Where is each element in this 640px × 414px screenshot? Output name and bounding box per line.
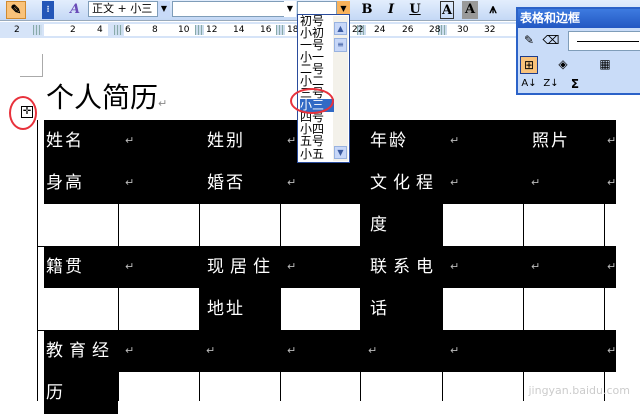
insert-table-icon[interactable]: ▦ [596, 56, 614, 74]
cell-married[interactable]: 婚否 [205, 162, 245, 204]
end-of-cell-mark: ↵ [287, 260, 297, 273]
cell-photo[interactable]: 照片 [530, 120, 570, 162]
end-of-cell-mark: ↵ [125, 260, 135, 273]
cell-phone[interactable]: 联系电 [368, 246, 439, 288]
end-of-cell-mark: ↵ [607, 344, 617, 357]
cell-name[interactable]: 姓名 [44, 120, 84, 162]
cell-education-history-cont[interactable]: 历 [44, 372, 65, 414]
end-of-cell-mark: ↵ [450, 176, 460, 189]
end-of-cell-mark: ↵ [125, 134, 135, 147]
highlight-circle [290, 88, 334, 114]
font-size-option[interactable]: 小五 [300, 148, 334, 161]
end-of-cell-mark: ↵ [450, 344, 460, 357]
cell-height[interactable]: 身高 [44, 162, 84, 204]
line-style-box[interactable] [568, 31, 640, 51]
cell-native-place[interactable]: 籍贯 [44, 246, 84, 288]
cell-phone-cont[interactable]: 话 [368, 288, 389, 330]
end-of-cell-mark: ↵ [125, 176, 135, 189]
autosum-icon[interactable]: Σ [566, 76, 584, 94]
watermark: jingyan.baidu.com [528, 384, 630, 397]
end-of-cell-mark: ↵ [531, 176, 541, 189]
end-of-cell-mark: ↵ [531, 260, 541, 273]
scroll-thumb[interactable]: ≡ [334, 38, 347, 52]
end-of-cell-mark: ↵ [368, 344, 378, 357]
end-of-cell-mark: ↵ [287, 176, 297, 189]
end-of-cell-mark: ↵ [125, 344, 135, 357]
dropdown-scrollbar[interactable]: ▲ ≡ ▼ [333, 16, 348, 161]
end-of-cell-mark: ↵ [450, 134, 460, 147]
cell-education[interactable]: 文化程 [368, 162, 439, 204]
eraser-icon[interactable]: ⌫ [542, 32, 560, 50]
shading-color-icon[interactable]: ◈ [554, 56, 572, 74]
cell-education-cont[interactable]: 度 [368, 204, 389, 246]
cell-address-cont[interactable]: 地址 [205, 288, 245, 330]
end-of-cell-mark: ↵ [287, 134, 297, 147]
cell-age[interactable]: 年龄 [368, 120, 408, 162]
cell-address[interactable]: 现居住 [205, 246, 276, 288]
cell-education-history[interactable]: 教育经 [44, 330, 115, 372]
sort-descending-icon[interactable]: Z↓ [542, 76, 560, 94]
end-of-cell-mark: ↵ [607, 260, 617, 273]
tables-and-borders-toolbar: 表格和边框 ✎ ⌫ ⊞ ◈ ▦ A↓ Z↓ Σ [516, 7, 640, 95]
end-of-cell-mark: ↵ [287, 344, 297, 357]
sort-ascending-icon[interactable]: A↓ [520, 76, 538, 94]
end-of-cell-mark: ↵ [607, 176, 617, 189]
end-of-cell-mark: ↵ [607, 134, 617, 147]
toolbar-title[interactable]: 表格和边框 [518, 9, 640, 28]
end-of-cell-mark: ↵ [450, 260, 460, 273]
cell-gender[interactable]: 姓别 [205, 120, 245, 162]
draw-table-icon[interactable]: ✎ [520, 32, 538, 50]
scroll-down-icon[interactable]: ▼ [334, 146, 347, 159]
border-icon[interactable]: ⊞ [520, 56, 538, 74]
end-of-cell-mark: ↵ [206, 344, 216, 357]
scroll-up-icon[interactable]: ▲ [334, 22, 347, 35]
